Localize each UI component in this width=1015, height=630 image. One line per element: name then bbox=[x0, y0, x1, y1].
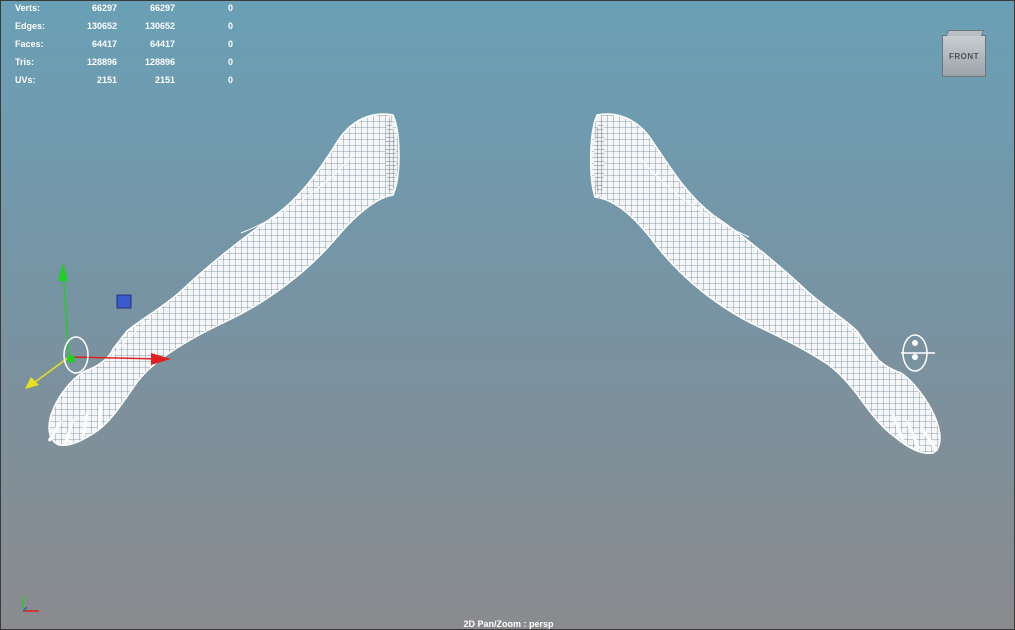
pivot-manipulator-icon[interactable] bbox=[901, 334, 935, 372]
right-arm-mesh[interactable] bbox=[590, 113, 941, 455]
left-arm-mesh[interactable] bbox=[47, 113, 400, 447]
viewport-persp[interactable]: Verts: 66297 66297 0 Edges: 130652 13065… bbox=[0, 0, 1015, 630]
scene-canvas[interactable] bbox=[1, 1, 1015, 630]
axis-indicator-icon bbox=[22, 597, 39, 612]
camera-status: 2D Pan/Zoom : persp bbox=[463, 619, 554, 629]
